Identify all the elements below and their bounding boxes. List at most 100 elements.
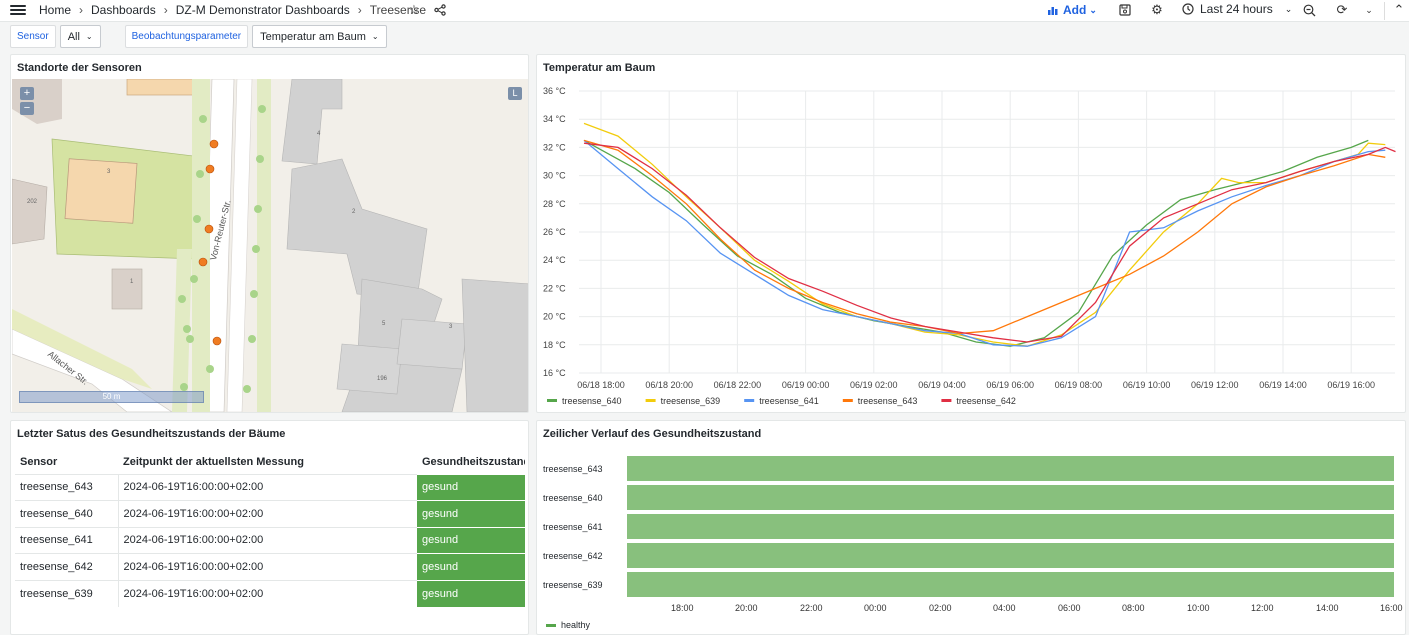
refresh-icon[interactable]: ⟳ [1334, 2, 1350, 18]
layer-switcher-button[interactable]: L [508, 87, 522, 100]
x-tick-label: 06/19 00:00 [782, 380, 830, 390]
chevron-down-icon: ⌄ [1089, 4, 1097, 15]
breadcrumb-folder[interactable]: DZ-M Demonstrator Dashboards [176, 3, 350, 17]
legend-swatch [547, 399, 557, 402]
timeline-x-tick: 22:00 [800, 603, 823, 613]
timeline-state-bar[interactable] [627, 543, 1394, 568]
x-tick-label: 06/19 14:00 [1259, 380, 1307, 390]
breadcrumb: Home › Dashboards › DZ-M Demonstrator Da… [39, 3, 426, 17]
house-number: 5 [382, 321, 386, 327]
cell-time: 2024-06-19T16:00:00+02:00 [117, 579, 417, 607]
column-header-time[interactable]: Zeitpunkt der aktuellsten Messung [118, 451, 417, 474]
share-icon[interactable] [432, 2, 448, 18]
sensor-select[interactable]: All ⌄ [59, 25, 101, 48]
series-line [583, 122, 1386, 347]
parameter-select[interactable]: Temperatur am Baum ⌄ [252, 25, 387, 48]
cell-time: 2024-06-19T16:00:00+02:00 [117, 473, 417, 501]
zoom-in-button[interactable]: + [20, 87, 34, 100]
menu-icon[interactable] [10, 3, 26, 17]
table-row: treesense_642 2024-06-19T16:00:00+02:00 ge… [15, 553, 525, 580]
temperature-chart[interactable]: 36 °C 34 °C 32 °C 30 °C 28 °C 26 °C 24 °C 22 °C… [537, 55, 1405, 412]
house-number: 202 [27, 199, 38, 205]
cell-sensor: treesense_643 [15, 473, 118, 501]
zoom-out-button[interactable]: − [20, 102, 34, 115]
x-tick-label: 06/19 16:00 [1327, 380, 1375, 390]
legend-swatch [546, 623, 556, 627]
house-number: 4 [317, 131, 321, 137]
timeline-sensor-label: treesense_641 [543, 522, 603, 532]
timeline-state-bar[interactable] [627, 572, 1394, 597]
y-tick-label: 34 °C [543, 114, 566, 124]
star-icon[interactable]: ☆ [406, 2, 422, 18]
timeline-legend-item[interactable]: healthy [546, 620, 590, 630]
legend-label: treesense_639 [661, 396, 721, 406]
y-tick-label: 24 °C [543, 255, 566, 265]
table-header-row: Sensor Zeitpunkt der aktuellsten Messung… [15, 451, 525, 474]
sensor-map[interactable]: Von-Reuter-Str. Allacher Str. 3 202 1 4 … [12, 79, 528, 412]
cell-status: gesund [417, 579, 525, 607]
settings-gear-icon[interactable]: ⚙ [1149, 2, 1165, 18]
time-range-label: Last 24 hours [1200, 2, 1273, 16]
y-tick-label: 20 °C [543, 312, 566, 322]
legend-label: treesense_640 [562, 396, 622, 406]
timeline-state-bar[interactable] [627, 456, 1394, 481]
breadcrumb-home[interactable]: Home [39, 3, 71, 17]
breadcrumb-dashboards[interactable]: Dashboards [91, 3, 156, 17]
timeline-x-tick: 14:00 [1316, 603, 1339, 613]
series-line [583, 139, 1369, 347]
status-table-panel: Letzter Satus des Gesundheitszustands de… [10, 420, 529, 635]
legend-label: treesense_643 [858, 396, 918, 406]
column-header-status[interactable]: Gesundheitszustand [417, 451, 525, 474]
timeline-x-tick: 18:00 [671, 603, 694, 613]
cell-sensor: treesense_639 [15, 579, 118, 607]
variables-bar: Sensor All ⌄ Beobachtungsparameter Temper… [10, 25, 387, 48]
chevron-down-icon: ⌄ [371, 32, 379, 41]
timeline-state-bar[interactable] [627, 514, 1394, 539]
series-line [583, 142, 1396, 343]
legend-label: treesense_641 [759, 396, 819, 406]
variable-label-parameter: Beobachtungsparameter [124, 25, 249, 48]
top-navbar: Home › Dashboards › DZ-M Demonstrator Da… [0, 0, 1409, 22]
save-icon[interactable] [1117, 2, 1133, 18]
add-button[interactable]: Add ⌄ [1048, 3, 1097, 17]
x-tick-label: 06/18 18:00 [577, 380, 625, 390]
panel-title: Zeilicher Verlauf des Gesundheitszustand [543, 428, 762, 440]
cell-time: 2024-06-19T16:00:00+02:00 [117, 553, 417, 580]
cell-sensor: treesense_642 [15, 553, 118, 580]
legend-swatch [941, 399, 952, 402]
cell-status: gesund [417, 500, 525, 527]
cell-status: gesund [417, 553, 525, 580]
y-tick-label: 28 °C [543, 199, 566, 209]
x-tick-label: 06/19 04:00 [918, 380, 966, 390]
cell-status: gesund [417, 473, 525, 501]
chevron-down-icon: ⌄ [85, 32, 93, 41]
zoom-out-icon[interactable] [1301, 2, 1317, 18]
variable-label-sensor: Sensor [10, 25, 56, 48]
cell-time: 2024-06-19T16:00:00+02:00 [117, 500, 417, 527]
timeline-sensor-label: treesense_643 [543, 464, 603, 474]
map-scale-bar: 50 m [19, 391, 204, 403]
house-number: 196 [377, 376, 388, 382]
table-row: treesense_641 2024-06-19T16:00:00+02:00 ge… [15, 526, 525, 554]
x-tick-label: 06/19 12:00 [1191, 380, 1239, 390]
table-row: treesense_640 2024-06-19T16:00:00+02:00 ge… [15, 500, 525, 527]
time-range-picker[interactable]: Last 24 hours ⌄ [1182, 2, 1292, 16]
collapse-up-icon[interactable]: ⌃ [1391, 2, 1407, 18]
timeline-state-bar[interactable] [627, 485, 1394, 510]
y-tick-label: 32 °C [543, 142, 566, 152]
column-header-sensor[interactable]: Sensor [15, 451, 118, 474]
cell-status: gesund [417, 526, 525, 554]
timeline-x-tick: 00:00 [864, 603, 887, 613]
table-row: treesense_643 2024-06-19T16:00:00+02:00 ge… [15, 473, 525, 501]
y-tick-label: 26 °C [543, 227, 566, 237]
x-tick-label: 06/18 22:00 [714, 380, 762, 390]
chevron-down-icon: ⌄ [1284, 3, 1293, 14]
legend-label: healthy [561, 620, 591, 630]
y-tick-label: 30 °C [543, 171, 566, 181]
map-panel: Standorte der Sensoren Von-Reuter-Str. A… [10, 54, 529, 413]
timeline-sensor-label: treesense_640 [543, 493, 603, 503]
house-number: 3 [107, 169, 111, 175]
x-tick-label: 06/19 08:00 [1055, 380, 1103, 390]
legend-swatch [645, 399, 656, 402]
refresh-interval-chevron-icon[interactable]: ⌄ [1361, 2, 1377, 18]
